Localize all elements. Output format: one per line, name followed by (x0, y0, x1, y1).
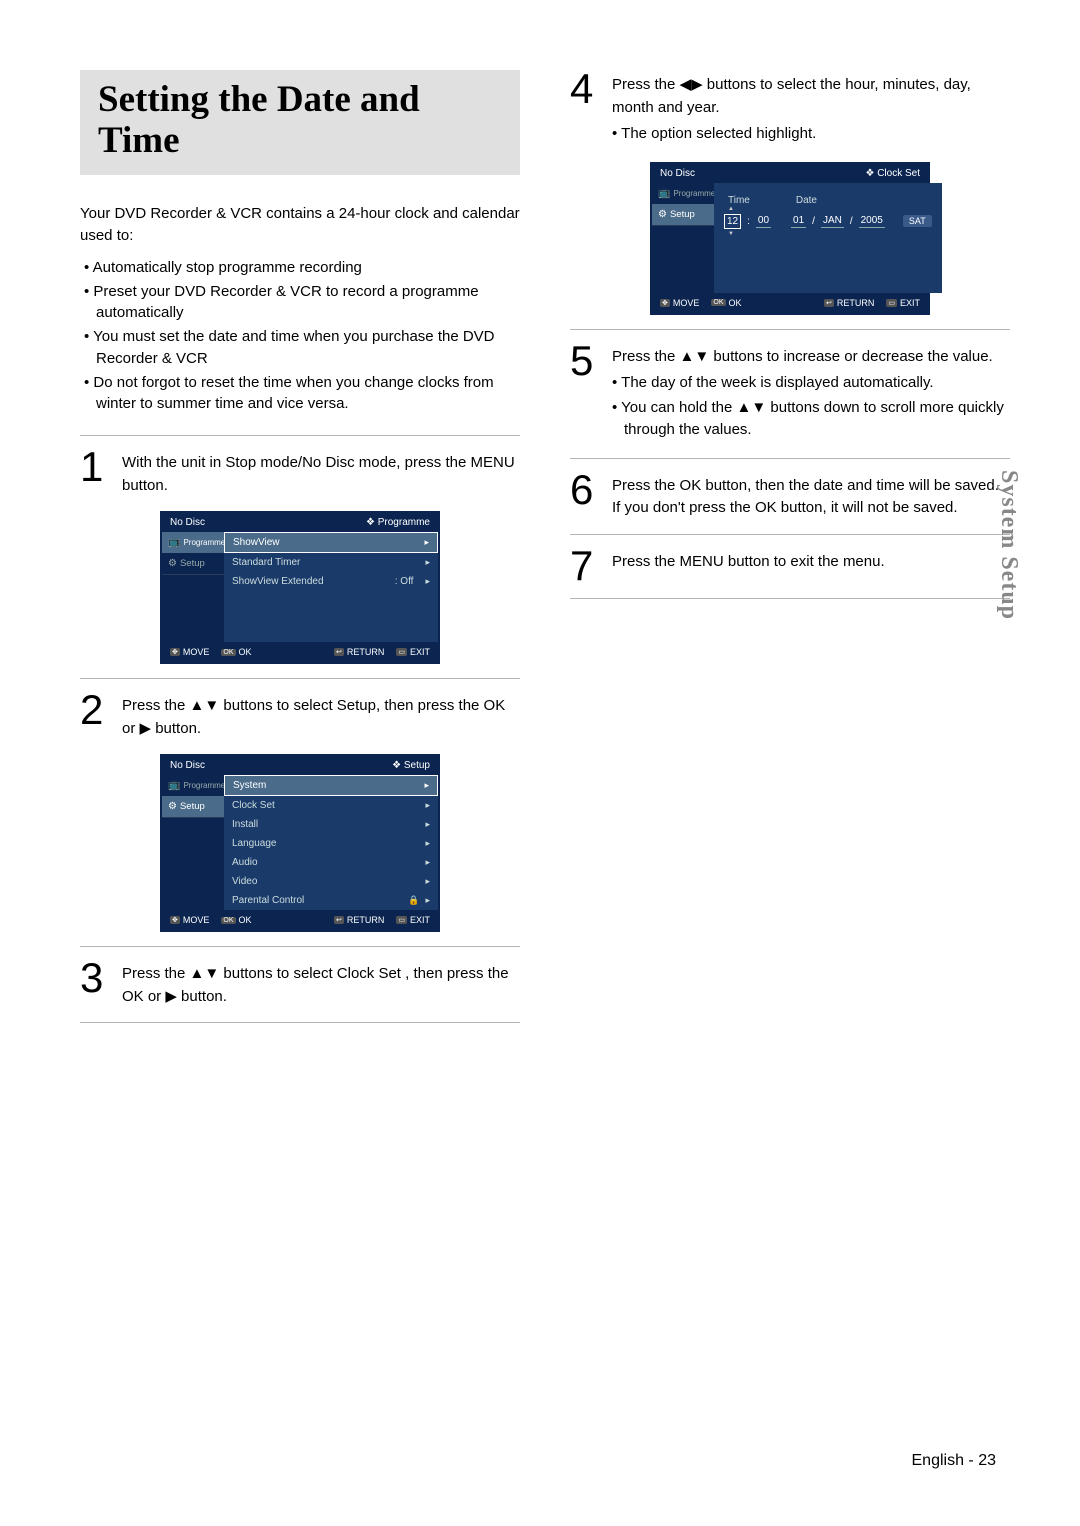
tv-icon: 📺 (168, 537, 180, 548)
step-text: Press the ▲▼ buttons to select Clock Set… (122, 959, 520, 1008)
step-text: Press the ▲▼ buttons to select Setup, th… (122, 691, 520, 740)
bullet: Do not forgot to reset the time when you… (84, 372, 520, 416)
step-2: 2 Press the ▲▼ buttons to select Setup, … (80, 691, 520, 740)
divider (80, 946, 520, 947)
step-4: 4 Press the ◀▶ buttons to select the hou… (570, 70, 1010, 148)
step-3: 3 Press the ▲▼ buttons to select Clock S… (80, 959, 520, 1008)
title-text: Setting the Date and Time (98, 80, 502, 161)
step-text: With the unit in Stop mode/No Disc mode,… (122, 448, 520, 497)
menu-audio: Audio▸ (224, 853, 438, 872)
sidebar-setup: ⚙Setup (162, 553, 224, 574)
hour-value: 12 (724, 214, 741, 229)
osd-setup: No Disc ❖ Setup 📺Programme ⚙Setup System… (160, 754, 440, 932)
menu-language: Language▸ (224, 834, 438, 853)
month-value: JAN (821, 214, 844, 228)
page-footer: English - 23 (912, 1452, 997, 1470)
osd-label: No Disc (170, 517, 205, 528)
gear-icon: ⚙ (168, 801, 177, 812)
sidebar-setup: ⚙Setup (652, 204, 714, 225)
step-number: 4 (570, 70, 602, 108)
step-number: 1 (80, 448, 112, 486)
step-5: 5 Press the ▲▼ buttons to increase or de… (570, 342, 1010, 444)
bullet: Preset your DVD Recorder & VCR to record… (84, 281, 520, 325)
day-value: 01 (791, 214, 806, 228)
sidebar-programme: 📺Programme (652, 183, 714, 204)
menu-showview-ext: ShowView Extended: Off▸ (224, 572, 438, 591)
menu-showview: ShowView▸ (224, 532, 438, 553)
section-title: Setting the Date and Time (80, 70, 520, 175)
osd-programme: No Disc ❖ Programme 📺Programme ⚙Setup Sh… (160, 511, 440, 664)
menu-clockset: Clock Set▸ (224, 796, 438, 815)
bullet: You must set the date and time when you … (84, 326, 520, 370)
left-column: Setting the Date and Time Your DVD Recor… (80, 70, 520, 1035)
tv-icon: 📺 (658, 188, 670, 199)
year-value: 2005 (859, 214, 885, 228)
date-label: Date (796, 195, 817, 206)
sidebar-programme: 📺Programme (162, 775, 224, 796)
step-text: Press the ◀▶ buttons to select the hour,… (612, 76, 971, 116)
step-number: 7 (570, 547, 602, 585)
lock-icon: 🔒 (408, 895, 419, 906)
tv-icon: 📺 (168, 780, 180, 791)
divider (570, 598, 1010, 599)
bullet: Automatically stop programme recording (84, 257, 520, 279)
gear-icon: ⚙ (168, 558, 177, 569)
divider (80, 435, 520, 436)
bullet: The option selected highlight. (612, 123, 1010, 146)
menu-standard-timer: Standard Timer▸ (224, 553, 438, 572)
menu-system: System▸ (224, 775, 438, 796)
step-text: Press the ▲▼ buttons to increase or decr… (612, 348, 993, 365)
intro-bullets: Automatically stop programme recording P… (80, 257, 520, 415)
divider (80, 678, 520, 679)
step-6: 6 Press the OK button, then the date and… (570, 471, 1010, 520)
minute-value: 00 (756, 214, 771, 228)
step-7: 7 Press the MENU button to exit the menu… (570, 547, 1010, 585)
gear-icon: ⚙ (658, 209, 667, 220)
menu-video: Video▸ (224, 872, 438, 891)
step-number: 2 (80, 691, 112, 729)
sidebar-programme: 📺Programme (162, 532, 224, 553)
step-number: 6 (570, 471, 602, 509)
osd-clockset: No Disc ❖ Clock Set 📺Programme ⚙Setup Ti… (650, 162, 930, 315)
bullet: You can hold the ▲▼ buttons down to scro… (612, 397, 1010, 442)
right-column: 4 Press the ◀▶ buttons to select the hou… (570, 70, 1010, 1035)
divider (570, 329, 1010, 330)
divider (570, 458, 1010, 459)
menu-install: Install▸ (224, 815, 438, 834)
step-text: Press the OK button, then the date and t… (612, 471, 1010, 520)
divider (80, 1022, 520, 1023)
step-text: Press the MENU button to exit the menu. (612, 547, 1010, 574)
menu-parental: Parental Control🔒▸ (224, 891, 438, 910)
step-number: 3 (80, 959, 112, 997)
bullet: The day of the week is displayed automat… (612, 372, 1010, 395)
divider (570, 534, 1010, 535)
section-tab: System Setup (995, 470, 1022, 620)
step-1: 1 With the unit in Stop mode/No Disc mod… (80, 448, 520, 497)
weekday-value: SAT (903, 215, 932, 227)
sidebar-setup: ⚙Setup (162, 796, 224, 817)
intro-text: Your DVD Recorder & VCR contains a 24-ho… (80, 203, 520, 247)
step-number: 5 (570, 342, 602, 380)
time-label: Time (728, 195, 750, 206)
